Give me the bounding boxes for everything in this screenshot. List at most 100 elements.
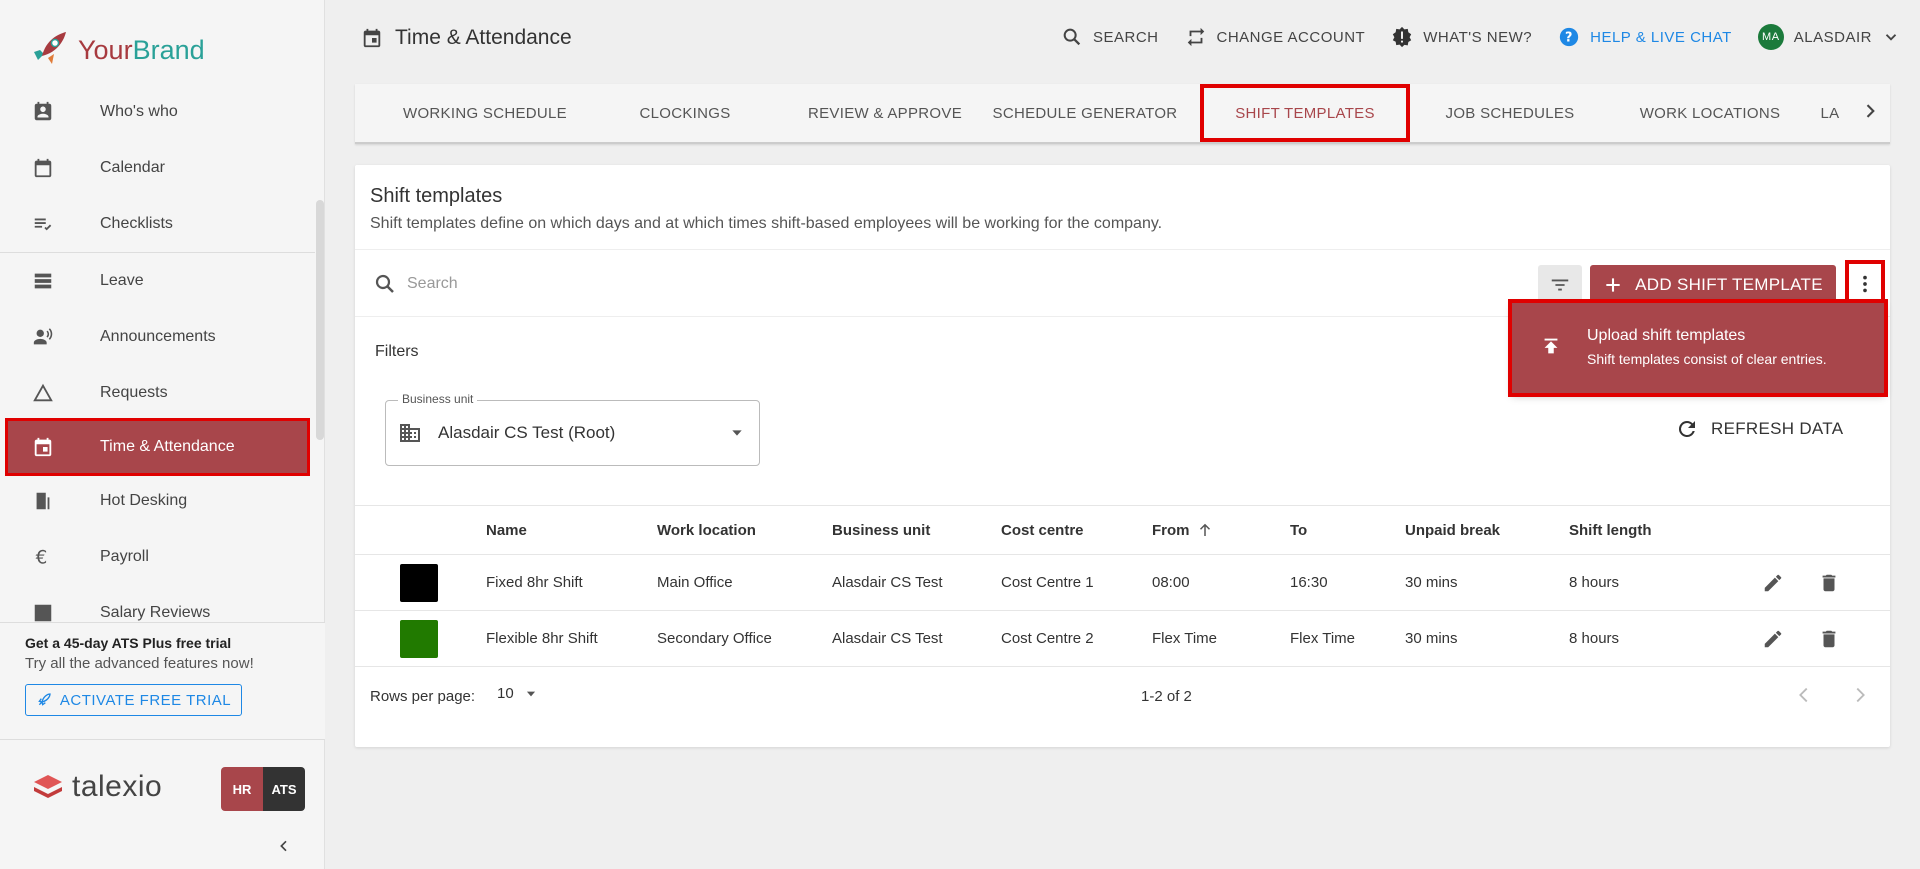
tab-schedule-generator[interactable]: SCHEDULE GENERATOR bbox=[985, 84, 1185, 142]
color-swatch-cell bbox=[400, 611, 438, 666]
sidebar-item-salary-reviews[interactable]: Salary Reviews bbox=[0, 585, 315, 624]
color-swatch bbox=[400, 619, 438, 658]
filter-button[interactable] bbox=[1538, 265, 1582, 305]
cell-cost-centre: Cost Centre 2 bbox=[1001, 630, 1094, 647]
trial-subtitle: Try all the advanced features now! bbox=[25, 655, 254, 672]
change-account-button[interactable]: CHANGE ACCOUNT bbox=[1185, 26, 1366, 48]
cell-unpaid-break: 30 mins bbox=[1405, 630, 1458, 647]
table-row[interactable]: Flexible 8hr Shift Secondary Office Alas… bbox=[355, 611, 1890, 667]
sidebar-item-label: Calendar bbox=[100, 159, 165, 176]
sidebar-item-label: Leave bbox=[100, 272, 144, 289]
sidebar-item-time-attendance[interactable]: Time & Attendance bbox=[5, 418, 310, 476]
whats-new-button[interactable]: WHAT'S NEW? bbox=[1391, 26, 1532, 48]
previous-page-icon[interactable] bbox=[1793, 684, 1815, 711]
column-header-business-unit[interactable]: Business unit bbox=[832, 506, 930, 554]
column-header-cost-centre[interactable]: Cost centre bbox=[1001, 506, 1084, 554]
activate-trial-button[interactable]: ACTIVATE FREE TRIAL bbox=[25, 684, 242, 716]
calendar-event-icon bbox=[30, 434, 56, 460]
upload-icon bbox=[1540, 335, 1562, 362]
tab-working-schedule[interactable]: WORKING SCHEDULE bbox=[385, 84, 585, 142]
sidebar-item-label: Requests bbox=[100, 384, 168, 401]
menu-item-title: Upload shift templates bbox=[1587, 327, 1746, 344]
refresh-data-button[interactable]: REFRESH DATA bbox=[1675, 417, 1843, 441]
plus-icon bbox=[1606, 278, 1620, 292]
change-account-label: CHANGE ACCOUNT bbox=[1216, 28, 1366, 46]
rows-per-page-select[interactable]: 10 bbox=[497, 685, 538, 702]
sidebar-item-announcements[interactable]: Announcements bbox=[0, 309, 315, 365]
hr-switch[interactable]: HR bbox=[221, 767, 263, 811]
column-header-name[interactable]: Name bbox=[486, 506, 527, 554]
delete-icon[interactable] bbox=[1818, 555, 1840, 610]
business-unit-select[interactable]: Business unit Alasdair CS Test (Root) bbox=[385, 392, 760, 466]
tab-bar: WORKING SCHEDULE CLOCKINGS REVIEW & APPR… bbox=[355, 84, 1890, 144]
sidebar-item-label: Payroll bbox=[100, 548, 149, 565]
edit-icon[interactable] bbox=[1762, 611, 1784, 666]
sidebar-item-checklists[interactable]: Checklists bbox=[0, 196, 315, 252]
cell-work-location: Main Office bbox=[657, 574, 733, 591]
column-header-from[interactable]: From bbox=[1152, 506, 1214, 554]
activate-trial-label: ACTIVATE FREE TRIAL bbox=[59, 691, 232, 709]
chevron-down-icon bbox=[1885, 34, 1897, 41]
upload-shift-templates-menu-item[interactable]: Upload shift templates Shift templates c… bbox=[1508, 299, 1888, 397]
cell-shift-length: 8 hours bbox=[1569, 574, 1620, 591]
sidebar-item-requests[interactable]: Requests bbox=[0, 365, 315, 421]
product-switch[interactable]: HR ATS bbox=[221, 767, 305, 811]
shift-templates-table: Name Work location Business unit Cost ce… bbox=[355, 505, 1890, 667]
sidebar-item-label: Hot Desking bbox=[100, 492, 188, 509]
calendar-icon bbox=[30, 155, 56, 181]
sidebar-item-label: Salary Reviews bbox=[100, 604, 211, 621]
column-header-to[interactable]: To bbox=[1290, 506, 1307, 554]
sidebar-item-leave[interactable]: Leave bbox=[0, 253, 315, 309]
column-header-work-location[interactable]: Work location bbox=[657, 506, 756, 554]
sidebar-item-calendar[interactable]: Calendar bbox=[0, 140, 315, 196]
user-menu[interactable]: MA ALASDAIR bbox=[1757, 24, 1910, 50]
cell-unpaid-break: 30 mins bbox=[1405, 574, 1458, 591]
tab-review-approve[interactable]: REVIEW & APPROVE bbox=[785, 84, 985, 142]
business-unit-value: Alasdair CS Test (Root) bbox=[438, 423, 616, 442]
sidebar-item-label: Announcements bbox=[100, 328, 216, 345]
svg-text:?: ? bbox=[1565, 31, 1573, 46]
add-shift-template-label: ADD SHIFT TEMPLATE bbox=[1635, 275, 1823, 294]
search-label: SEARCH bbox=[1093, 28, 1159, 46]
edit-box-icon bbox=[30, 600, 56, 624]
cell-to: 16:30 bbox=[1290, 574, 1328, 591]
search-button[interactable]: SEARCH bbox=[1061, 26, 1159, 48]
filters-label: Filters bbox=[375, 343, 419, 360]
delete-icon[interactable] bbox=[1818, 611, 1840, 666]
sidebar-item-payroll[interactable]: € Payroll bbox=[0, 529, 315, 585]
next-page-icon[interactable] bbox=[1849, 684, 1871, 711]
sidebar-nav: Who's who Calendar Checklists Leave Anno… bbox=[0, 84, 315, 624]
search-input[interactable] bbox=[407, 268, 1107, 300]
tab-shift-templates[interactable]: SHIFT TEMPLATES bbox=[1200, 84, 1410, 142]
more-options-button[interactable] bbox=[1845, 260, 1885, 308]
sidebar-item-hot-desking[interactable]: Hot Desking bbox=[0, 473, 315, 529]
chevron-right-icon[interactable] bbox=[1860, 101, 1880, 126]
brand-logo[interactable]: YourBrand bbox=[30, 30, 205, 70]
speaker-person-icon bbox=[30, 324, 56, 350]
rocket-icon bbox=[30, 28, 70, 73]
column-header-shift-length[interactable]: Shift length bbox=[1569, 506, 1652, 554]
sidebar: YourBrand Who's who Calendar Checklists … bbox=[0, 0, 325, 869]
card-title: Shift templates bbox=[370, 185, 503, 207]
edit-icon[interactable] bbox=[1762, 555, 1784, 610]
help-chat-button[interactable]: ? HELP & LIVE CHAT bbox=[1558, 26, 1732, 48]
pagination: Rows per page: 10 1-2 of 2 bbox=[355, 670, 1890, 726]
column-header-unpaid-break[interactable]: Unpaid break bbox=[1405, 506, 1500, 554]
add-shift-template-button[interactable]: ADD SHIFT TEMPLATE bbox=[1590, 265, 1836, 305]
sidebar-item-whos-who[interactable]: Who's who bbox=[0, 84, 315, 140]
cell-to: Flex Time bbox=[1290, 630, 1356, 647]
search-icon bbox=[1063, 28, 1081, 46]
tab-more[interactable]: LA bbox=[1810, 84, 1850, 142]
talexio-logo-icon bbox=[34, 775, 62, 798]
tab-clockings[interactable]: CLOCKINGS bbox=[585, 84, 785, 142]
ats-switch[interactable]: ATS bbox=[263, 767, 305, 811]
tab-work-locations[interactable]: WORK LOCATIONS bbox=[1610, 84, 1810, 142]
cell-business-unit: Alasdair CS Test bbox=[832, 630, 943, 647]
refresh-data-label: REFRESH DATA bbox=[1711, 419, 1844, 438]
menu-item-subtitle: Shift templates consist of clear entries… bbox=[1587, 351, 1827, 367]
tab-job-schedules[interactable]: JOB SCHEDULES bbox=[1410, 84, 1610, 142]
table-row[interactable]: Fixed 8hr Shift Main Office Alasdair CS … bbox=[355, 555, 1890, 611]
collapse-sidebar-icon[interactable] bbox=[276, 838, 292, 859]
business-unit-label: Business unit bbox=[398, 392, 478, 406]
sidebar-scrollbar[interactable] bbox=[316, 200, 324, 440]
